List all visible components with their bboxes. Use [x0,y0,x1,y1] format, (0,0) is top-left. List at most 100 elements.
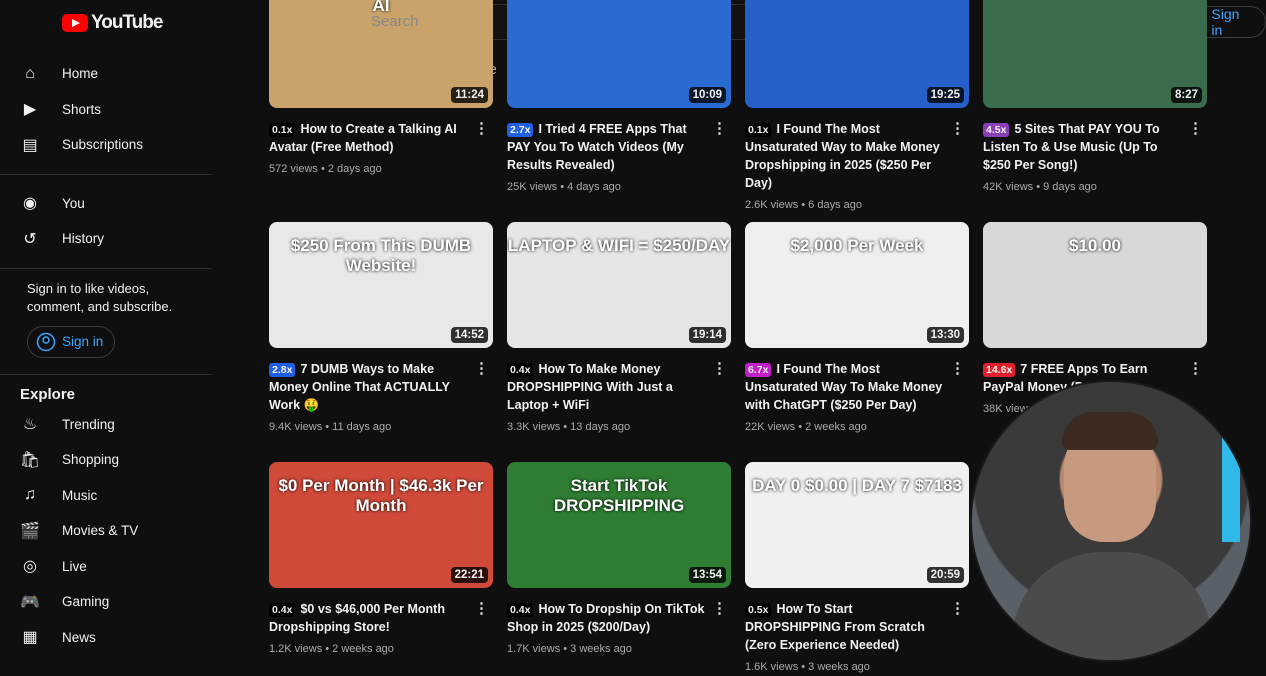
video-thumbnail[interactable]: Start TikTok DROPSHIPPING 13:54 [507,462,731,588]
sidebar-item-music[interactable]: ♫ Music [0,478,212,514]
sidebar-item-subscriptions[interactable]: ▤ Subscriptions [0,127,212,163]
live-icon: ◎ [23,558,37,576]
video-title[interactable]: $0 vs $46,000 Per Month Dropshipping Sto… [269,602,445,634]
video-card[interactable]: $250 From This DUMB Website! 14:52 2.8x 7 … [269,222,493,436]
outlier-badge: 0.4x [507,603,534,617]
sidebar-sign-in-button[interactable]: Sign in [27,325,115,358]
video-duration: 10:09 [688,87,726,103]
shopping-icon: 🛍 [19,451,41,469]
video-thumbnail[interactable]: 19:25 [745,0,969,108]
outlier-badge: 0.1x [745,123,772,137]
video-title[interactable]: 5 Sites That PAY YOU To Listen To & Use … [983,122,1160,172]
sidebar-item-shopping[interactable]: 🛍 Shopping [0,442,212,478]
video-card[interactable]: $2,000 Per Week 13:30 6.7x I Found The Mos… [745,222,969,436]
sidebar-item-live[interactable]: ◎ Live [0,549,212,585]
video-duration: 11:24 [451,87,488,103]
video-title[interactable]: How To Start DROPSHIPPING From Scratch (… [745,602,925,652]
outlier-badge: 0.4x [269,603,296,617]
more-options-icon[interactable]: ⋮ [1188,360,1203,378]
video-duration: 19:25 [926,87,964,103]
more-options-icon[interactable]: ⋮ [474,600,489,618]
sidebar-item-news[interactable]: ▦ News [0,620,212,656]
webcam-overlay [970,380,1252,662]
sidebar-item-shorts[interactable]: ▶ Shorts [0,92,212,128]
video-thumbnail[interactable]: LAPTOP & WIFI = $250/DAY 19:14 [507,222,731,348]
video-thumbnail[interactable]: $10.00 [983,222,1207,348]
video-card[interactable]: $0 Per Month | $46.3k Per Month 22:21 0.4… [269,462,493,658]
video-stats: 1.6K views • 3 weeks ago [745,661,870,673]
outlier-badge: 2.7x [507,123,534,137]
video-title[interactable]: How To Dropship On TikTok Shop in 2025 (… [507,602,704,634]
video-duration: 20:59 [926,567,964,583]
video-thumbnail[interactable]: $250 From This DUMB Website! 14:52 [269,222,493,348]
more-options-icon[interactable]: ⋮ [1188,120,1203,138]
more-options-icon[interactable]: ⋮ [474,120,489,138]
video-stats: 3.3K views • 13 days ago [507,421,631,433]
outlier-badge: 6.7x [745,363,772,377]
video-card[interactable]: Start TikTok DROPSHIPPING 13:54 0.4x How T… [507,462,731,658]
outlier-badge: 0.5x [745,603,772,617]
video-stats: 9.4K views • 11 days ago [269,421,392,433]
divider [0,173,212,175]
youtube-play-icon [62,14,88,32]
sidebar-item-you[interactable]: ◉ You [0,186,212,222]
video-title[interactable]: 7 DUMB Ways to Make Money Online That AC… [269,362,450,412]
divider [0,373,212,375]
video-card[interactable]: 19:25 0.1x I Found The Most Unsaturated W… [745,0,969,214]
history-icon: ↺ [23,230,37,248]
youtube-logo[interactable]: YouTube [62,12,163,34]
sidebar-item-trending[interactable]: ♨ Trending [0,407,212,443]
more-options-icon[interactable]: ⋮ [712,600,727,618]
thumbnail-text: $10.00 [1069,236,1121,255]
subscriptions-icon: ▤ [22,136,38,154]
outlier-badge: 4.5x [983,123,1010,137]
news-icon: ▦ [22,629,38,647]
video-thumbnail[interactable]: $0 Per Month | $46.3k Per Month 22:21 [269,462,493,588]
you-icon: ◉ [23,195,37,213]
video-stats: 2.6K views • 6 days ago [745,199,862,211]
video-duration: 22:21 [450,567,488,583]
video-stats: 572 views • 2 days ago [269,163,382,175]
more-options-icon[interactable]: ⋮ [950,600,965,618]
more-options-icon[interactable]: ⋮ [950,120,965,138]
video-duration: 13:54 [688,567,726,583]
video-stats: 25K views • 4 days ago [507,181,621,193]
sign-in-prompt: Sign in to like videos, comment, and sub… [27,280,173,314]
video-thumbnail[interactable]: DAY 0 $0.00 | DAY 7 $7183 20:59 [745,462,969,588]
outlier-badge: 2.8x [269,363,296,377]
more-options-icon[interactable]: ⋮ [950,360,965,378]
video-card[interactable]: LAPTOP & WIFI = $250/DAY 19:14 0.4x How To… [507,222,731,436]
sidebar-item-movies-tv[interactable]: 🎬 Movies & TV [0,513,212,549]
thumbnail-text: DAY 0 $0.00 | DAY 7 $7183 [752,476,962,495]
video-title[interactable]: I Found The Most Unsaturated Way to Make… [745,122,940,190]
video-title[interactable]: I Found The Most Unsaturated Way To Make… [745,362,942,412]
video-card[interactable]: 8:27 4.5x 5 Sites That PAY YOU To Listen … [983,0,1207,196]
video-card[interactable]: 10:09 2.7x I Tried 4 FREE Apps That PAY Y… [507,0,731,196]
gaming-icon: 🎮 [20,593,40,611]
video-thumbnail[interactable]: 10:09 [507,0,731,108]
video-title[interactable]: I Tried 4 FREE Apps That PAY You To Watc… [507,122,687,172]
video-card[interactable]: DAY 0 $0.00 | DAY 7 $7183 20:59 0.5x How T… [745,462,969,676]
shorts-icon: ▶ [23,101,37,119]
video-thumbnail[interactable]: $2,000 Per Week 13:30 [745,222,969,348]
sidebar-item-home[interactable]: ⌂ Home [0,56,212,92]
sidebar-item-gaming[interactable]: 🎮 Gaming [0,584,212,620]
video-thumbnail[interactable]: 8:27 [983,0,1207,108]
trending-icon: ♨ [22,416,38,434]
thumbnail-text: Start TikTok DROPSHIPPING [553,476,685,515]
thumbnail-text: $2,000 Per Week [790,236,924,255]
music-icon: ♫ [24,486,36,504]
more-options-icon[interactable]: ⋮ [712,120,727,138]
outlier-badge: 14.6x [983,363,1016,377]
more-options-icon[interactable]: ⋮ [712,360,727,378]
video-stats: 1.7K views • 3 weeks ago [507,643,632,655]
video-duration: 13:30 [926,327,964,343]
home-icon: ⌂ [25,64,35,82]
outlier-badge: 0.1x [269,123,296,137]
video-duration: 19:14 [688,327,726,343]
video-title[interactable]: How to Create a Talking AI Avatar (Free … [269,122,457,154]
movies-icon: 🎬 [20,522,40,540]
sidebar: ⌂ Home ▶ Shorts ▤ Subscriptions ◉ You ↺ History … [0,56,212,655]
sidebar-item-history[interactable]: ↺ History [0,221,212,257]
more-options-icon[interactable]: ⋮ [474,360,489,378]
